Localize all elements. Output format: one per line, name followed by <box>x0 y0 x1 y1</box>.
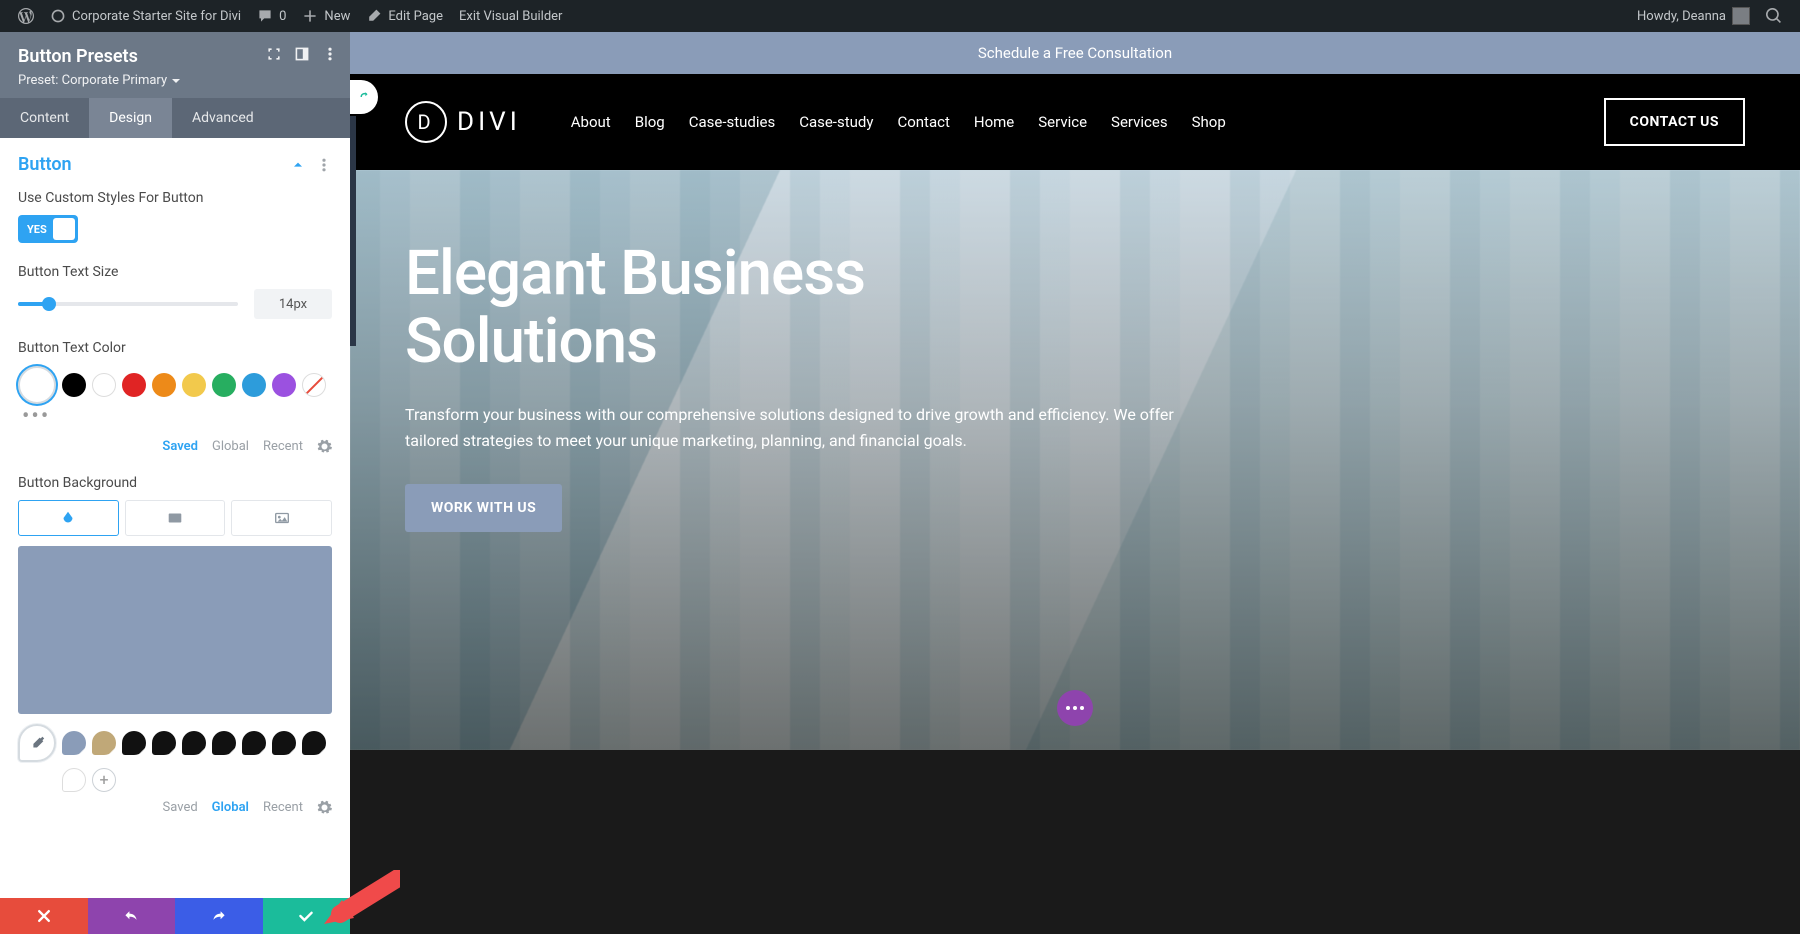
text-size-slider[interactable] <box>18 302 238 306</box>
bg-swatch[interactable] <box>62 731 86 755</box>
palette-global[interactable]: Global <box>212 439 249 454</box>
bg-tab-image[interactable] <box>231 500 332 536</box>
toggle-use-custom[interactable]: YES <box>18 215 78 243</box>
sidebar-header: Button Presets Preset: Corporate Primary <box>0 32 350 98</box>
color-none[interactable] <box>302 373 326 397</box>
side-handle[interactable] <box>350 116 356 346</box>
palette-recent[interactable]: Recent <box>263 439 303 454</box>
bg-swatch[interactable] <box>212 731 236 755</box>
tab-content[interactable]: Content <box>0 98 89 138</box>
cancel-button[interactable] <box>0 898 88 934</box>
color-swatch[interactable] <box>62 373 86 397</box>
hero-section: Elegant BusinessSolutions Transform your… <box>350 170 1800 750</box>
color-swatch[interactable] <box>122 373 146 397</box>
section-more-icon[interactable] <box>316 157 332 173</box>
avatar-icon <box>1732 7 1750 25</box>
bg-palette-saved[interactable]: Saved <box>163 800 198 815</box>
palette-saved[interactable]: Saved <box>162 439 198 454</box>
site-header: DDIVI About Blog Case-studies Case-study Con… <box>350 74 1800 170</box>
bg-swatch[interactable] <box>122 731 146 755</box>
settings-sidebar: Button Presets Preset: Corporate Primary… <box>0 32 350 934</box>
bg-palette-recent[interactable]: Recent <box>263 800 303 815</box>
label-text-size: Button Text Size <box>18 263 332 281</box>
text-size-input[interactable] <box>254 289 332 319</box>
new-content[interactable]: New <box>294 0 358 32</box>
color-swatch[interactable] <box>212 373 236 397</box>
label-text-color: Button Text Color <box>18 339 332 357</box>
wp-logo[interactable] <box>10 0 42 32</box>
nav-link[interactable]: Case-study <box>799 113 873 131</box>
comments[interactable]: 0 <box>249 0 294 32</box>
save-button[interactable] <box>263 898 351 934</box>
hero-heading: Elegant BusinessSolutions <box>405 240 1225 376</box>
page-preview: Schedule a Free Consultation DDIVI About… <box>350 32 1800 934</box>
nav-link[interactable]: Blog <box>635 113 665 131</box>
snap-icon[interactable] <box>294 46 310 62</box>
collapse-icon[interactable] <box>290 157 306 173</box>
site-logo[interactable]: DDIVI <box>405 101 521 143</box>
nav-link[interactable]: Services <box>1111 113 1168 131</box>
bg-tab-gradient[interactable] <box>125 500 226 536</box>
gear-icon[interactable] <box>317 439 332 454</box>
add-swatch-button[interactable]: + <box>92 768 116 792</box>
color-swatch[interactable] <box>182 373 206 397</box>
eyedropper-icon[interactable] <box>18 724 56 762</box>
bg-swatch[interactable] <box>152 731 176 755</box>
bg-swatch-white[interactable] <box>62 768 86 792</box>
preset-dropdown[interactable]: Preset: Corporate Primary <box>18 73 332 88</box>
bg-tab-color[interactable] <box>18 500 119 536</box>
undo-button[interactable] <box>88 898 176 934</box>
bg-swatch[interactable] <box>92 731 116 755</box>
site-name[interactable]: Corporate Starter Site for Divi <box>42 0 249 32</box>
more-dots-icon[interactable]: ••• <box>18 404 332 429</box>
contact-us-button[interactable]: CONTACT US <box>1604 98 1745 146</box>
bg-swatch[interactable] <box>182 731 206 755</box>
builder-fab[interactable] <box>1057 690 1093 726</box>
more-icon[interactable] <box>322 46 338 62</box>
tab-design[interactable]: Design <box>89 98 172 138</box>
sidebar-body: Button Use Custom Styles For Button YES … <box>0 138 350 898</box>
color-swatch[interactable] <box>92 373 116 397</box>
color-swatch[interactable] <box>152 373 176 397</box>
primary-nav: About Blog Case-studies Case-study Contact Ho… <box>561 113 1564 131</box>
edit-page[interactable]: Edit Page <box>358 0 451 32</box>
nav-link[interactable]: Case-studies <box>689 113 775 131</box>
label-use-custom: Use Custom Styles For Button <box>18 189 332 207</box>
exit-visual-builder[interactable]: Exit Visual Builder <box>451 0 570 32</box>
nav-link[interactable]: Home <box>974 113 1014 131</box>
tab-advanced[interactable]: Advanced <box>172 98 274 138</box>
bg-palette-global[interactable]: Global <box>212 800 249 815</box>
sidebar-footer <box>0 898 350 934</box>
search-icon[interactable] <box>1758 0 1790 32</box>
hero-text: Transform your business with our compreh… <box>405 402 1185 453</box>
bg-swatch[interactable] <box>272 731 296 755</box>
nav-link[interactable]: Service <box>1038 113 1087 131</box>
label-background: Button Background <box>18 474 332 492</box>
wp-admin-bar: Corporate Starter Site for Divi 0 New Ed… <box>0 0 1800 32</box>
bg-swatch[interactable] <box>302 731 326 755</box>
redo-button[interactable] <box>175 898 263 934</box>
color-current[interactable] <box>18 366 56 404</box>
sidebar-tabs: Content Design Advanced <box>0 98 350 138</box>
color-swatch[interactable] <box>242 373 266 397</box>
color-swatch[interactable] <box>272 373 296 397</box>
nav-link[interactable]: Shop <box>1192 113 1226 131</box>
bg-color-preview[interactable] <box>18 546 332 714</box>
work-with-us-button[interactable]: WORK WITH US <box>405 484 562 532</box>
my-account[interactable]: Howdy, Deanna <box>1629 0 1758 32</box>
expand-icon[interactable] <box>266 46 282 62</box>
logo-icon: D <box>405 101 447 143</box>
bg-swatch[interactable] <box>242 731 266 755</box>
gear-icon-2[interactable] <box>317 800 332 815</box>
announcement-bar[interactable]: Schedule a Free Consultation <box>350 32 1800 74</box>
nav-link[interactable]: About <box>571 113 611 131</box>
nav-link[interactable]: Contact <box>897 113 949 131</box>
section-title-button[interactable]: Button <box>18 154 72 175</box>
